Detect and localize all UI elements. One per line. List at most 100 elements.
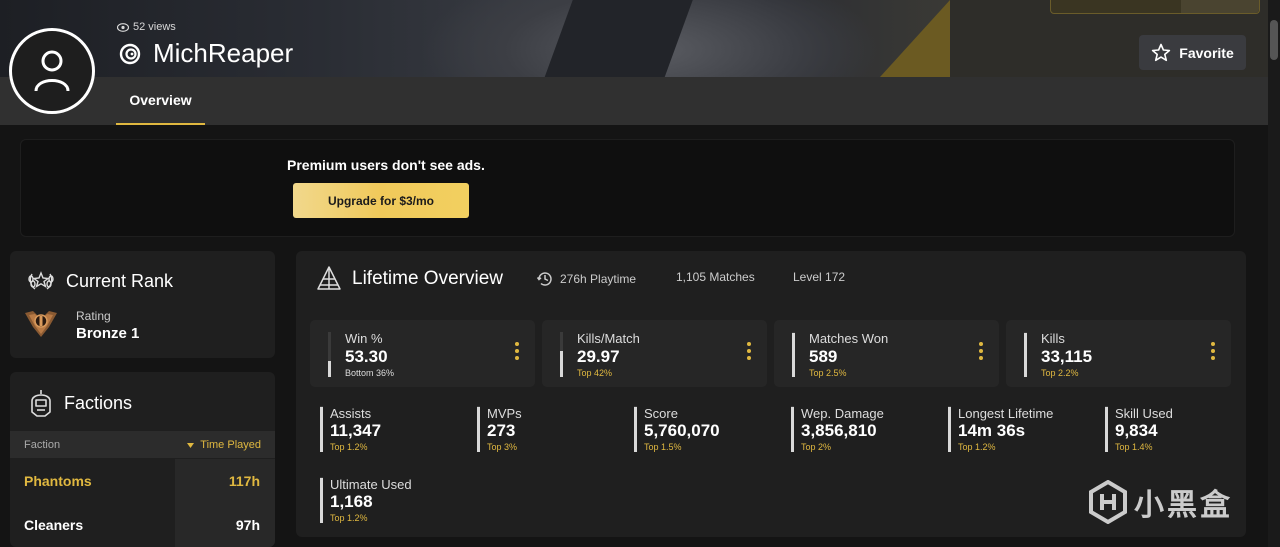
more-options-icon[interactable] <box>747 342 751 363</box>
more-options-icon[interactable] <box>515 342 519 363</box>
factions-label: Factions <box>64 392 133 413</box>
favorite-label: Favorite <box>1179 44 1234 61</box>
more-options-icon[interactable] <box>979 342 983 363</box>
username: MichReaper <box>153 38 294 68</box>
stat-label: Win % <box>345 331 383 346</box>
current-rank-panel: Current Rank Rating Bronze 1 <box>10 251 275 358</box>
stat-label: Ultimate Used <box>330 477 412 492</box>
current-rank-title: Current Rank <box>26 269 173 293</box>
rating-label: Rating <box>76 309 111 323</box>
avatar <box>9 28 95 114</box>
factions-title: Factions <box>28 388 132 418</box>
stat-rank: Top 1.2% <box>330 513 368 523</box>
playtime-text: 276h Playtime <box>560 272 637 286</box>
stat-label: Wep. Damage <box>801 406 884 421</box>
stat-value: 14m 36s <box>958 421 1026 440</box>
tab-overview[interactable]: Overview <box>116 77 205 125</box>
pyramid-icon <box>317 266 341 290</box>
stat-value: 5,760,070 <box>644 421 720 440</box>
current-rank-label: Current Rank <box>66 270 174 291</box>
faction-name: Cleaners <box>24 517 84 533</box>
more-options-icon[interactable] <box>1211 342 1215 363</box>
stat-rank: Top 2.5% <box>809 368 847 378</box>
scrollbar[interactable] <box>1268 0 1280 547</box>
level-meta: Level 172 <box>793 270 845 284</box>
stat-label: Score <box>644 406 678 421</box>
stat-bar <box>791 406 794 452</box>
stat-label: Kills/Match <box>577 331 640 346</box>
bronze-rank-icon <box>23 307 59 344</box>
matches-text: 1,105 Matches <box>676 270 755 284</box>
ad-panel <box>20 139 1235 237</box>
stat-assists[interactable]: Assists 11,347 Top 1.2% <box>320 404 470 454</box>
level-text: Level 172 <box>793 270 846 284</box>
stat-card-win-percent[interactable]: Win % 53.30 Bottom 36% <box>310 320 535 387</box>
stat-ultimate-used[interactable]: Ultimate Used 1,168 Top 1.2% <box>320 475 470 525</box>
stat-card-matches-won[interactable]: Matches Won 589 Top 2.5% <box>774 320 999 387</box>
stat-longest-lifetime[interactable]: Longest Lifetime 14m 36s Top 1.2% <box>948 404 1098 454</box>
favorite-button[interactable]: Favorite <box>1139 35 1246 70</box>
stat-value: 33,115 <box>1041 347 1093 366</box>
factions-table-header: Faction Time Played <box>10 431 275 458</box>
stat-bar <box>477 406 480 452</box>
stat-value: 53.30 <box>345 347 388 366</box>
factions-panel: Factions Faction Time Played Phantoms 11… <box>10 372 275 547</box>
stat-value: 9,834 <box>1115 421 1158 440</box>
stat-skill-used[interactable]: Skill Used 9,834 Top 1.4% <box>1105 404 1255 454</box>
stat-label: Kills <box>1041 331 1065 346</box>
faction-time: 97h <box>175 503 275 547</box>
watermark-text: 小黑盒 <box>1134 489 1233 522</box>
stat-score[interactable]: Score 5,760,070 Top 1.5% <box>634 404 784 454</box>
stat-rank: Top 1.2% <box>330 442 368 452</box>
clock-history-icon <box>536 272 552 286</box>
scrollbar-thumb[interactable] <box>1270 20 1278 60</box>
banner-chip[interactable] <box>1050 0 1260 14</box>
tab-bar: Overview <box>0 77 1280 125</box>
faction-time: 117h <box>175 459 275 503</box>
stat-value: 589 <box>809 347 838 366</box>
stat-rank: Bottom 36% <box>345 368 395 378</box>
stat-card-kills-per-match[interactable]: Kills/Match 29.97 Top 42% <box>542 320 767 387</box>
stat-bar <box>634 406 637 452</box>
views-count: 52 views <box>117 21 176 33</box>
stat-value: 29.97 <box>577 347 620 366</box>
stat-bar <box>1105 406 1108 452</box>
stat-value: 273 <box>487 421 516 440</box>
ubisoft-icon <box>119 43 141 64</box>
stat-weapon-damage[interactable]: Wep. Damage 3,856,810 Top 2% <box>791 404 941 454</box>
table-row[interactable]: Phantoms 117h <box>10 459 275 503</box>
stat-rank: Top 2% <box>801 442 832 452</box>
faction-helmet-icon <box>31 390 51 417</box>
matches-meta: 1,105 Matches <box>676 270 755 284</box>
stat-mvps[interactable]: MVPs 273 Top 3% <box>477 404 627 454</box>
stat-card-kills[interactable]: Kills 33,115 Top 2.2% <box>1006 320 1231 387</box>
laurel-icon <box>28 271 54 290</box>
stat-bar <box>320 477 323 523</box>
faction-column-header[interactable]: Faction <box>24 439 60 451</box>
stat-value: 1,168 <box>330 492 373 511</box>
xiaoheihe-logo-icon <box>1089 480 1127 524</box>
stat-bar <box>1024 332 1027 377</box>
table-row[interactable]: Cleaners 97h <box>10 503 275 547</box>
stat-rank: Top 3% <box>487 442 518 452</box>
playtime-meta: 276h Playtime <box>536 270 636 288</box>
stat-label: Matches Won <box>809 331 889 346</box>
stat-rank: Top 1.2% <box>958 442 996 452</box>
stat-label: Longest Lifetime <box>958 406 1054 421</box>
views-text: 52 views <box>133 21 176 33</box>
time-played-column-header[interactable]: Time Played <box>187 439 261 451</box>
stat-label: Assists <box>330 406 372 421</box>
sort-down-icon <box>187 442 195 448</box>
stat-rank: Top 1.4% <box>1115 442 1153 452</box>
username-row: MichReaper <box>119 38 293 69</box>
stat-bar <box>320 406 323 452</box>
stat-bar <box>792 332 795 377</box>
stat-label: Skill Used <box>1115 406 1173 421</box>
rating-value: Bronze 1 <box>76 325 140 342</box>
stat-value: 11,347 <box>330 421 382 440</box>
upgrade-button[interactable]: Upgrade for $3/mo <box>293 183 469 218</box>
user-icon <box>34 50 70 92</box>
lifetime-overview-title: Lifetime Overview <box>316 265 503 293</box>
stat-bar <box>948 406 951 452</box>
eye-icon <box>117 22 129 32</box>
